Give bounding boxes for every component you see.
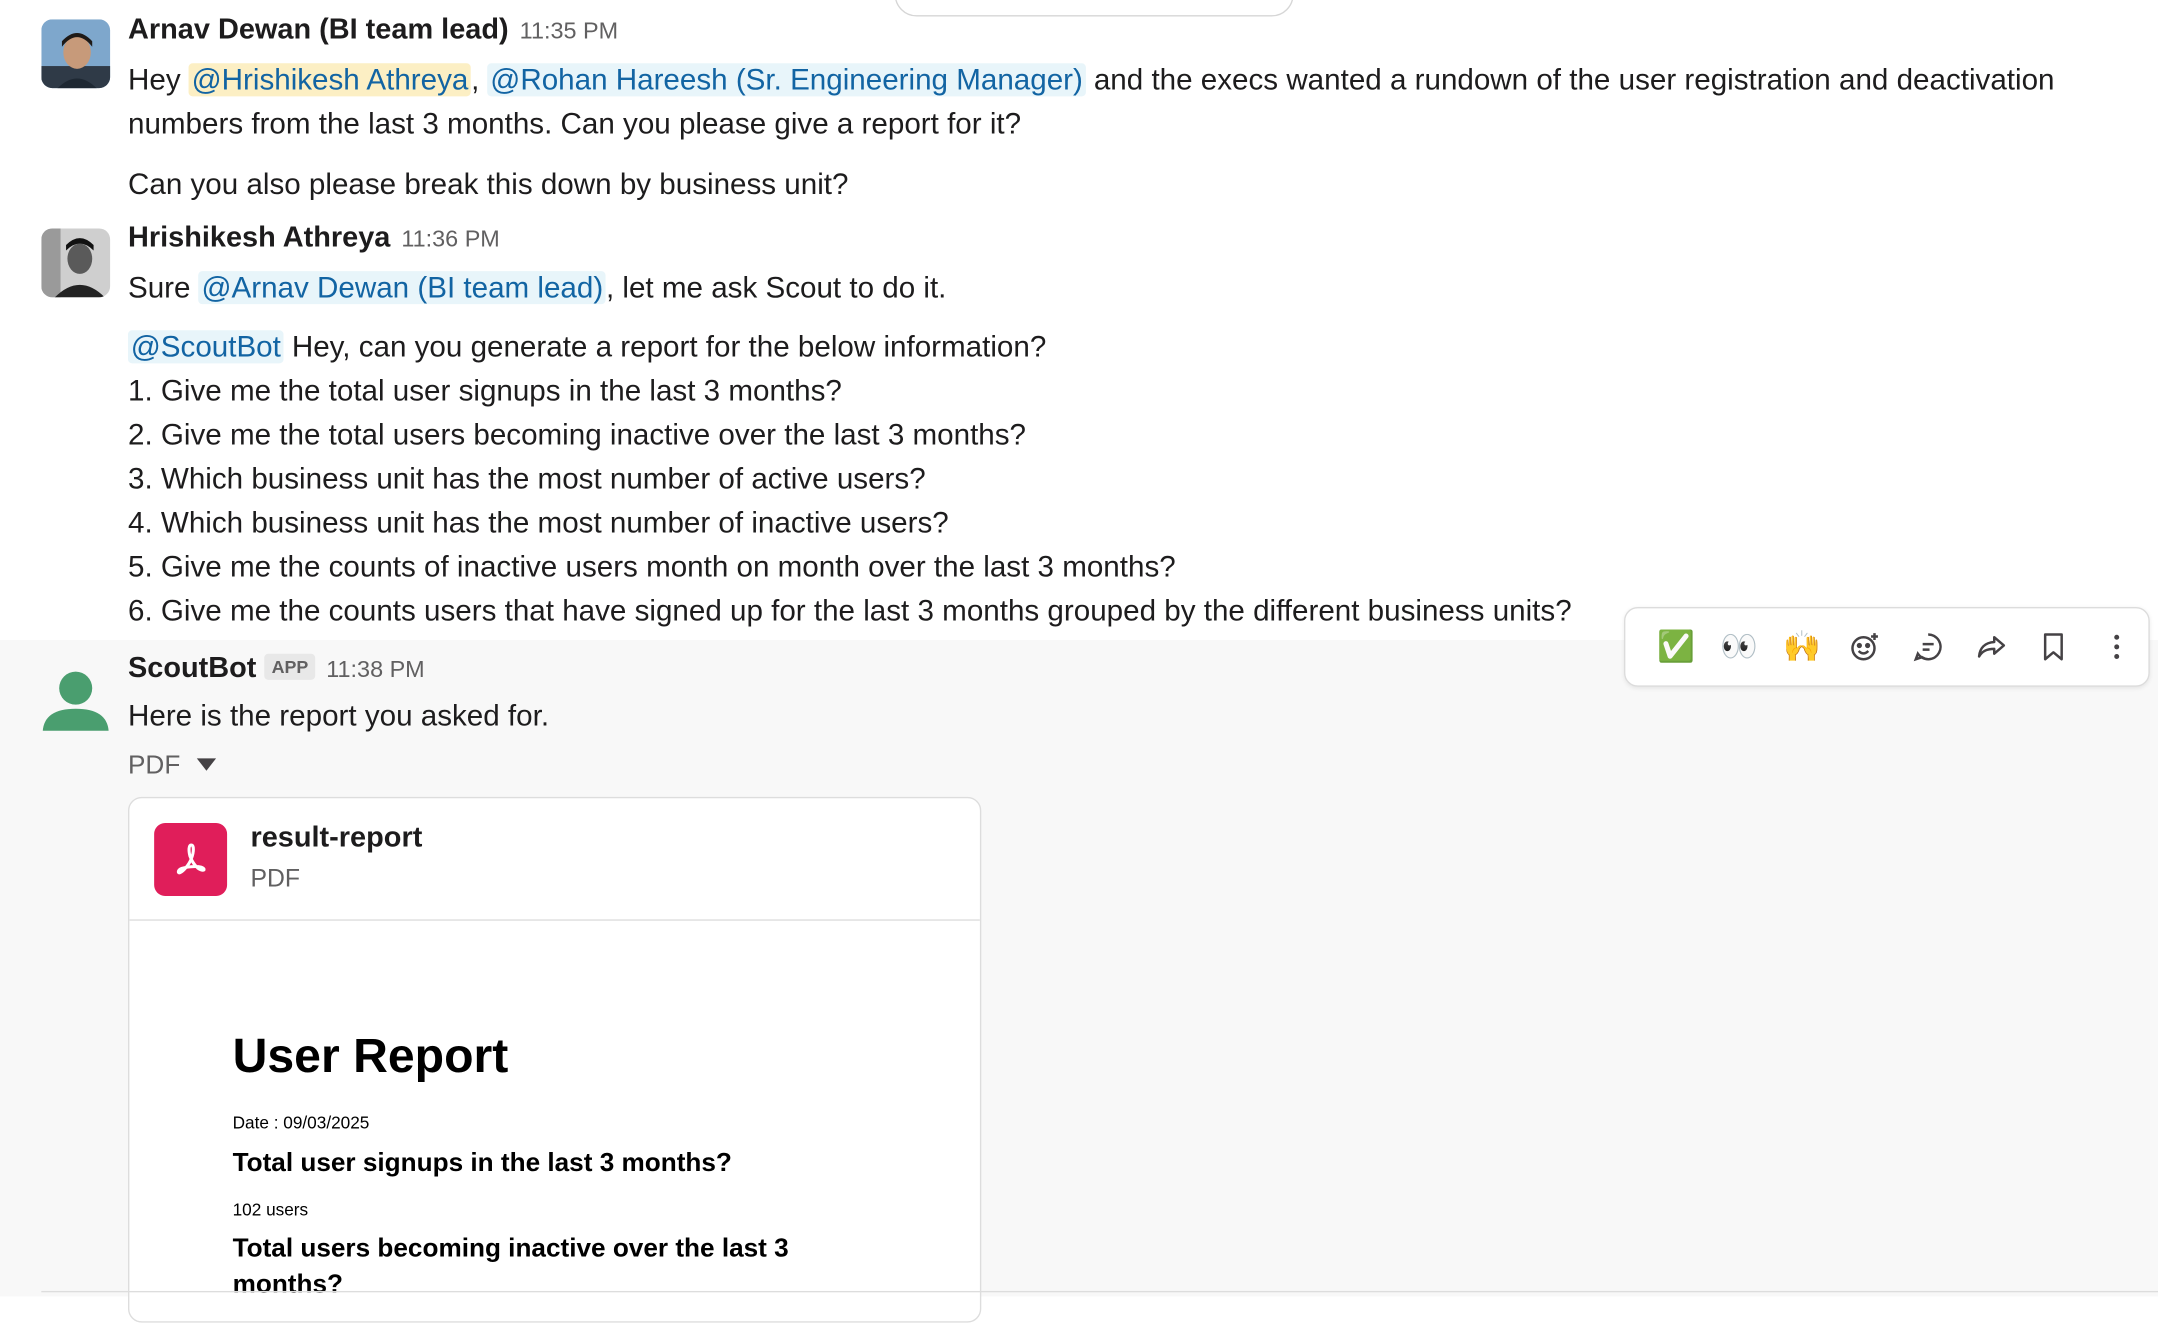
file-type: PDF — [250, 864, 301, 892]
message-actions-toolbar: ✅ 👀 🙌 — [1624, 606, 2150, 687]
more-actions-icon[interactable] — [2085, 619, 2148, 674]
forward-icon[interactable] — [1959, 619, 2022, 674]
message-text-line: Can you also please break this down by b… — [127, 167, 849, 201]
report-title: User Report — [232, 1029, 509, 1084]
slack-conversation: Arnav Dewan (BI team lead) 11:35 PM Hey @… — [0, 0, 2158, 1323]
raised-hands-reaction-icon[interactable]: 🙌 — [1771, 619, 1834, 674]
pdf-file-icon — [154, 823, 228, 896]
message-text-line: Here is the report you asked for. — [127, 699, 550, 733]
file-header[interactable]: result-report PDF — [129, 798, 980, 921]
timestamp[interactable]: 11:36 PM — [401, 226, 499, 252]
text-segment: , — [471, 63, 488, 97]
add-reaction-icon[interactable] — [1834, 619, 1897, 674]
mention-arnav[interactable]: @Arnav Dewan (BI team lead) — [198, 271, 606, 305]
check-reaction-icon[interactable]: ✅ — [1645, 619, 1708, 674]
author-name[interactable]: Hrishikesh Athreya — [128, 222, 390, 254]
avatar-photo-hrishikesh — [41, 228, 111, 298]
text-segment: Hey, can you generate a report for the b… — [283, 330, 1047, 364]
text-segment: Sure — [127, 271, 199, 305]
mention-scoutbot[interactable]: @ScoutBot — [127, 330, 284, 363]
request-item: 4. Which business unit has the most numb… — [127, 506, 949, 540]
file-attachment-card[interactable]: result-report PDF User Report Date : 09/… — [127, 796, 982, 1323]
composer-top-border — [41, 1290, 2158, 1298]
message-header: Arnav Dewan (BI team lead) 11:35 PM — [128, 14, 618, 47]
author-name[interactable]: Arnav Dewan (BI team lead) — [128, 14, 509, 46]
avatar-scoutbot[interactable] — [41, 662, 110, 731]
app-badge: APP — [264, 653, 316, 680]
avatar-hrishikesh[interactable] — [41, 228, 111, 298]
eyes-reaction-icon[interactable]: 👀 — [1708, 619, 1771, 674]
text-segment: and the execs wanted a rundown of the us… — [1085, 63, 2055, 97]
message-text-line: numbers from the last 3 months. Can you … — [127, 107, 1022, 141]
message-text: Sure @Arnav Dewan (BI team lead), let me… — [128, 266, 946, 310]
acrobat-icon — [176, 842, 205, 874]
request-item: 6. Give me the counts users that have si… — [127, 594, 1572, 628]
avatar-photo-arnav — [41, 19, 111, 89]
message-text: @ScoutBot Hey, can you generate a report… — [127, 325, 1047, 369]
message-arnav: Arnav Dewan (BI team lead) 11:35 PM Hey @… — [0, 0, 2158, 206]
request-item: 2. Give me the total users becoming inac… — [127, 418, 1027, 452]
bookmark-icon[interactable] — [2022, 619, 2085, 674]
mention-rohan[interactable]: @Rohan Hareesh (Sr. Engineering Manager) — [487, 63, 1086, 97]
request-item: 1. Give me the total user signups in the… — [127, 374, 842, 408]
timestamp[interactable]: 11:38 PM — [326, 656, 424, 682]
timestamp[interactable]: 11:35 PM — [520, 18, 618, 44]
report-answer: 102 users — [232, 1200, 309, 1220]
message-hrishikesh: Hrishikesh Athreya 11:36 PM Sure @Arnav D… — [0, 206, 2158, 640]
caret-down-icon — [196, 758, 217, 771]
avatar-arnav[interactable] — [41, 19, 111, 89]
user-silhouette-icon — [42, 671, 109, 731]
request-item: 5. Give me the counts of inactive users … — [127, 550, 1176, 584]
report-date: Date : 09/03/2025 — [232, 1113, 370, 1133]
request-item: 3. Which business unit has the most numb… — [127, 462, 926, 496]
attachment-label: PDF — [127, 751, 181, 781]
message-text: Hey @Hrishikesh Athreya, @Rohan Hareesh … — [128, 58, 2055, 102]
attachment-toggle[interactable]: PDF — [127, 751, 217, 781]
text-segment: , let me ask Scout to do it. — [605, 271, 947, 305]
author-name[interactable]: ScoutBot — [128, 652, 256, 684]
reply-thread-icon[interactable] — [1897, 619, 1960, 674]
message-header: ScoutBot APP 11:38 PM — [128, 652, 425, 685]
message-header: Hrishikesh Athreya 11:36 PM — [128, 222, 500, 255]
file-name[interactable]: result-report — [250, 822, 422, 855]
report-question: Total user signups in the last 3 months? — [232, 1149, 732, 1179]
text-segment: Hey — [127, 63, 189, 97]
mention-hrishikesh[interactable]: @Hrishikesh Athreya — [188, 63, 472, 97]
